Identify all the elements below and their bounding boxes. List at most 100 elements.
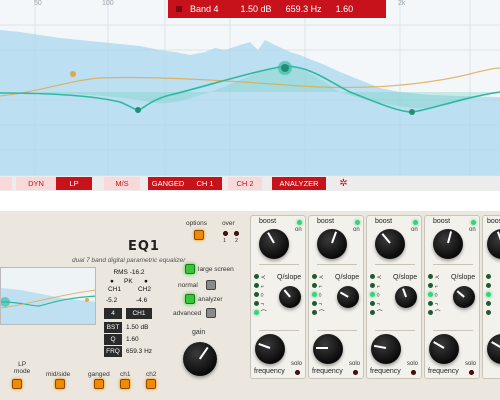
band-color-icon: [176, 6, 182, 12]
over-1-indicator: [223, 231, 228, 236]
frequency-knob[interactable]: [429, 334, 459, 364]
readout-value-left: -5.2: [106, 297, 118, 304]
analyzer-label: analyzer: [198, 296, 223, 303]
dyn-button[interactable]: DYN: [16, 177, 56, 190]
toolbar-edge-button[interactable]: [0, 177, 12, 190]
q-slope-label: Q/slope: [451, 274, 476, 281]
on-label: on: [469, 227, 476, 233]
over-label: over: [222, 220, 235, 227]
over-2-indicator: [234, 231, 239, 236]
solo-button[interactable]: [353, 370, 358, 375]
rms-readout: RMS -16.2: [113, 269, 145, 276]
banner-band-name: Band 4: [190, 4, 219, 14]
banner-q: 1.60: [335, 4, 354, 14]
advanced-label: advanced: [173, 310, 202, 317]
band-on-indicator[interactable]: [413, 220, 418, 225]
frequency-label: frequency: [254, 368, 285, 375]
ch1-switch-label: ch1: [120, 371, 131, 378]
gear-icon[interactable]: ✲: [337, 177, 350, 190]
solo-button[interactable]: [469, 370, 474, 375]
freq-label-2k: 2k: [398, 0, 406, 7]
filter-shape-selector[interactable]: ≺ ⌐ ◊ ¬ ⌒: [370, 274, 383, 319]
large-screen-button[interactable]: [185, 264, 195, 274]
mid-side-label: mid/side: [46, 371, 71, 378]
ch2-switch-label: ch2: [146, 371, 157, 378]
q-slope-knob[interactable]: [279, 286, 301, 308]
q-slope-knob[interactable]: [337, 286, 359, 308]
analyzer-toggle-button[interactable]: [185, 294, 195, 304]
large-screen-label: large screen: [198, 266, 234, 273]
lp-mode-button[interactable]: [12, 379, 22, 389]
plugin-window: EQ1 dual 7 band digital parametric equal…: [0, 191, 500, 400]
boost-label: boost: [375, 218, 393, 225]
ganged-switch[interactable]: [94, 379, 104, 389]
band-node-2: [70, 71, 76, 77]
ch1-switch[interactable]: [120, 379, 130, 389]
frequency-knob[interactable]: [487, 334, 500, 364]
filter-shape-selector[interactable]: ≺ ⌐ ◊ ¬ ⌒: [428, 274, 441, 319]
band-info-banner: Band 4 1.50 dB 659.3 Hz 1.60: [168, 0, 386, 18]
solo-button[interactable]: [295, 370, 300, 375]
filter-shape-selector[interactable]: ≺ ⌐ ◊ ¬ ⌒: [254, 274, 267, 319]
on-label: on: [353, 227, 360, 233]
solo-label: solo: [465, 361, 477, 367]
readout-ch2-label: CH2: [138, 286, 152, 293]
toolbar: DYN LP M/S GANGED CH 1 CH 2 ANALYZER ✲: [0, 175, 500, 191]
band-on-indicator[interactable]: [355, 220, 360, 225]
ch1-button[interactable]: CH 1: [188, 177, 222, 190]
solo-button[interactable]: [411, 370, 416, 375]
boost-knob[interactable]: [487, 229, 500, 259]
mini-eq-graph[interactable]: [0, 267, 96, 325]
freq-label-100: 100: [102, 0, 114, 7]
q-slope-knob[interactable]: [453, 286, 475, 308]
ch2-button[interactable]: CH 2: [228, 177, 262, 190]
q-slope-label: Q/slope: [277, 274, 302, 281]
q-slope-knob[interactable]: [395, 286, 417, 308]
freq-label-50: 50: [34, 0, 42, 7]
eq-curve-graph[interactable]: [0, 0, 500, 175]
normal-label: normal: [178, 282, 198, 289]
normal-view-button[interactable]: [206, 280, 216, 290]
ch2-indicator-dot: ●: [144, 278, 148, 285]
lp-mode-label: LP mode: [14, 361, 31, 375]
banner-freq: 659.3 Hz: [285, 4, 322, 14]
frequency-knob[interactable]: [313, 334, 343, 364]
mid-side-button[interactable]: M/S: [104, 177, 140, 190]
boost-label: boost: [433, 218, 451, 225]
boost-knob[interactable]: [433, 229, 463, 259]
band-strip-3: boost on ≺ ⌐ ◊ ¬ ⌒ Q/slope frequency sol…: [366, 215, 422, 379]
filter-shape-selector[interactable]: ≺ ⌐ ◊ ¬ ⌒: [312, 274, 325, 319]
band-on-indicator[interactable]: [297, 220, 302, 225]
analyzer-display[interactable]: 50 100 2k Band 4 1.50 dB 659.3 Hz 1.60: [0, 0, 500, 175]
band-node-5: [409, 109, 415, 115]
frequency-knob[interactable]: [371, 334, 401, 364]
filter-shape-selector[interactable]: [486, 274, 491, 319]
ch2-switch[interactable]: [146, 379, 156, 389]
boost-knob[interactable]: [375, 229, 405, 259]
frequency-knob[interactable]: [255, 334, 285, 364]
on-label: on: [295, 227, 302, 233]
channel-select-box[interactable]: CH1: [126, 308, 152, 319]
advanced-view-button[interactable]: [206, 308, 216, 318]
options-label: options: [186, 220, 207, 227]
ganged-button[interactable]: GANGED: [148, 177, 188, 190]
band-readout: RMS -16.2 ● PK ● CH1 CH2 -5.2 -4.6 4 CH1…: [100, 267, 158, 357]
boost-knob[interactable]: [259, 229, 289, 259]
band-strip-5: boost: [482, 215, 500, 379]
band-on-indicator[interactable]: [471, 220, 476, 225]
solo-label: solo: [349, 361, 361, 367]
q-slope-label: Q/slope: [335, 274, 360, 281]
band-strip-2: boost on ≺ ⌐ ◊ ¬ ⌒ Q/slope frequency sol…: [308, 215, 364, 379]
mid-side-switch[interactable]: [55, 379, 65, 389]
boost-label: boost: [487, 218, 500, 225]
plugin-subtitle: dual 7 band digital parametric equalizer: [72, 257, 186, 264]
lp-button[interactable]: LP: [56, 177, 92, 190]
gain-knob[interactable]: [183, 342, 217, 376]
ganged-label: ganged: [88, 371, 110, 378]
bst-label: BST: [104, 322, 122, 333]
options-button[interactable]: [194, 230, 204, 240]
band-number-box[interactable]: 4: [104, 308, 122, 319]
boost-knob[interactable]: [317, 229, 347, 259]
analyzer-button[interactable]: ANALYZER: [272, 177, 326, 190]
band-strip-4: boost on ≺ ⌐ ◊ ¬ ⌒ Q/slope frequency sol…: [424, 215, 480, 379]
